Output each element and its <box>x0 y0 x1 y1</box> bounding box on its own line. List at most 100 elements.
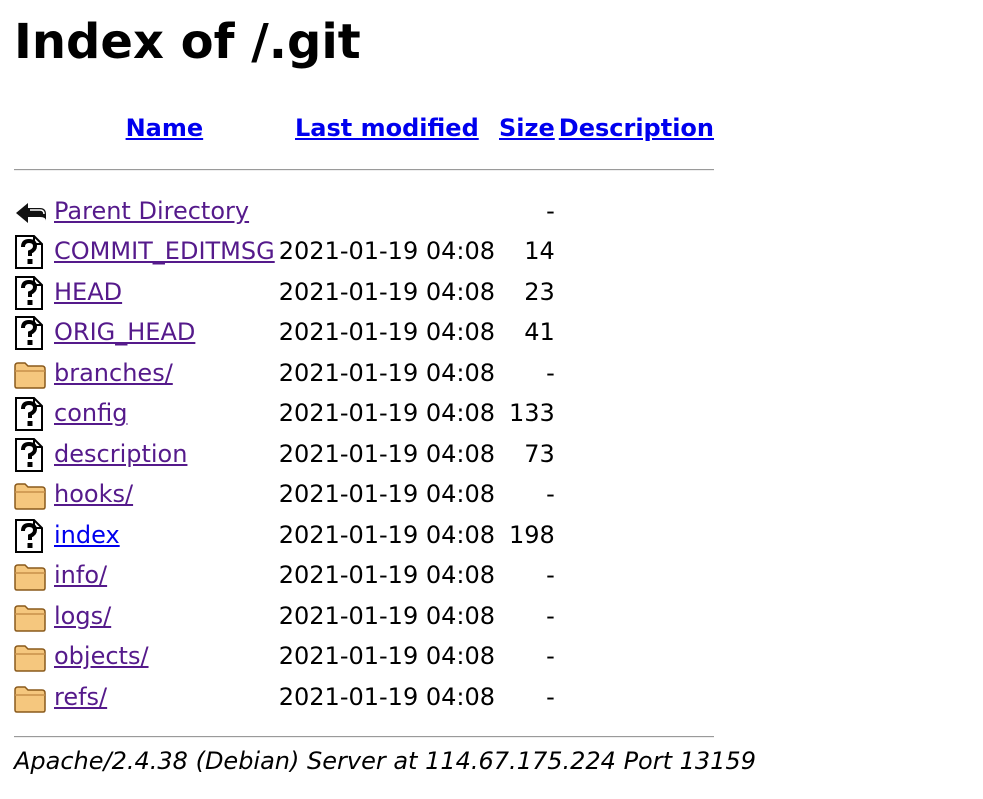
parent-name-cell: Parent Directory <box>54 191 279 232</box>
parent-description-cell <box>559 191 718 232</box>
file-row: refs/2021-01-19 04:08 - <box>14 677 718 718</box>
file-description-cell <box>559 393 718 434</box>
folder-icon <box>14 483 46 510</box>
file-icon-cell <box>14 677 54 718</box>
file-row: COMMIT_EDITMSG 2021-01-19 04:08 14 <box>14 231 718 272</box>
file-date-cell: 2021-01-19 04:08 <box>278 642 496 671</box>
file-size-cell: 41 <box>524 318 555 347</box>
file-date-cell: 2021-01-19 04:08 <box>278 399 496 428</box>
file-name-cell: COMMIT_EDITMSG <box>54 231 279 272</box>
unknown-file-icon <box>15 437 43 472</box>
file-date-cell: 2021-01-19 04:08 <box>278 237 496 266</box>
file-date-cell: 2021-01-19 04:08 <box>278 358 496 387</box>
file-icon-cell <box>14 515 54 556</box>
parent-size-cell: - <box>546 196 555 225</box>
file-icon-cell <box>14 231 54 272</box>
sort-by-name-link[interactable]: Name <box>126 114 204 142</box>
file-icon-cell <box>14 434 54 475</box>
file-description-cell <box>559 474 718 515</box>
file-description-cell <box>559 272 718 313</box>
file-description-cell <box>559 312 718 353</box>
top-divider-row <box>14 150 718 191</box>
description-column-header: Description <box>559 106 718 150</box>
file-link[interactable]: logs/ <box>54 602 111 630</box>
file-link[interactable]: description <box>54 440 187 468</box>
file-description-cell <box>559 353 718 394</box>
file-icon-cell <box>14 272 54 313</box>
sort-by-last-modified-link[interactable]: Last modified <box>295 114 479 142</box>
file-description-cell <box>559 636 718 677</box>
file-link[interactable]: refs/ <box>54 683 107 711</box>
folder-icon <box>14 362 46 389</box>
file-icon-cell <box>14 393 54 434</box>
file-description-cell <box>559 677 718 718</box>
file-size-cell: - <box>546 561 555 590</box>
file-row: description 2021-01-19 04:08 73 <box>14 434 718 475</box>
folder-icon <box>14 645 46 672</box>
file-description-cell <box>559 555 718 596</box>
file-name-cell: description <box>54 434 279 475</box>
unknown-file-icon <box>15 518 43 553</box>
back-arrow-icon <box>16 202 46 223</box>
file-link[interactable]: hooks/ <box>54 480 133 508</box>
file-size-cell: 73 <box>524 439 555 468</box>
file-date-cell: 2021-01-19 04:08 <box>278 277 496 306</box>
file-icon-cell <box>14 474 54 515</box>
file-row: ORIG_HEAD 2021-01-19 04:08 41 <box>14 312 718 353</box>
folder-icon <box>14 605 46 632</box>
file-date-cell: 2021-01-19 04:08 <box>278 520 496 549</box>
parent-directory-link[interactable]: Parent Directory <box>54 197 249 225</box>
sort-by-description-link[interactable]: Description <box>559 114 714 142</box>
file-row: config 2021-01-19 04:08 133 <box>14 393 718 434</box>
parent-icon-cell <box>14 191 54 232</box>
file-name-cell: logs/ <box>54 596 279 637</box>
file-row: branches/2021-01-19 04:08 - <box>14 353 718 394</box>
file-name-cell: index <box>54 515 279 556</box>
file-link[interactable]: COMMIT_EDITMSG <box>54 237 275 265</box>
file-link[interactable]: HEAD <box>54 278 122 306</box>
name-column-header: Name <box>54 106 279 150</box>
file-size-cell: - <box>546 601 555 630</box>
file-size-cell: - <box>546 358 555 387</box>
folder-icon <box>14 564 46 591</box>
unknown-file-icon <box>15 316 43 351</box>
unknown-file-icon <box>15 397 43 432</box>
file-link[interactable]: branches/ <box>54 359 173 387</box>
file-name-cell: refs/ <box>54 677 279 718</box>
file-name-cell: HEAD <box>54 272 279 313</box>
file-icon-cell <box>14 555 54 596</box>
file-icon-cell <box>14 596 54 637</box>
server-signature: Apache/2.4.38 (Debian) Server at 114.67.… <box>14 747 756 775</box>
unknown-file-icon <box>15 235 43 270</box>
header-row: Name Last modified Size Description <box>14 106 718 150</box>
file-size-cell: - <box>546 480 555 509</box>
file-icon-cell <box>14 636 54 677</box>
file-description-cell <box>559 596 718 637</box>
top-divider <box>14 169 715 172</box>
file-row: HEAD 2021-01-19 04:08 23 <box>14 272 718 313</box>
file-link[interactable]: index <box>54 521 120 549</box>
file-name-cell: hooks/ <box>54 474 279 515</box>
file-row: info/2021-01-19 04:08 - <box>14 555 718 596</box>
directory-listing: Name Last modified Size Description Pare… <box>14 106 718 758</box>
file-name-cell: info/ <box>54 555 279 596</box>
parent-directory-row: Parent Directory - <box>14 191 718 232</box>
sort-by-size-link[interactable]: Size <box>499 114 555 142</box>
parent-date-cell <box>279 191 499 232</box>
file-date-cell: 2021-01-19 04:08 <box>278 318 496 347</box>
file-size-cell: - <box>546 682 555 711</box>
size-column-header: Size <box>499 106 559 150</box>
file-link[interactable]: config <box>54 399 127 427</box>
file-link[interactable]: info/ <box>54 561 107 589</box>
file-row: objects/2021-01-19 04:08 - <box>14 636 718 677</box>
file-date-cell: 2021-01-19 04:08 <box>278 682 496 711</box>
file-link[interactable]: ORIG_HEAD <box>54 318 195 346</box>
last-modified-column-header: Last modified <box>279 106 499 150</box>
bottom-divider <box>14 736 715 739</box>
file-description-cell <box>559 231 718 272</box>
file-icon-cell <box>14 353 54 394</box>
file-link[interactable]: objects/ <box>54 642 149 670</box>
file-name-cell: config <box>54 393 279 434</box>
file-size-cell: 14 <box>524 237 555 266</box>
file-name-cell: branches/ <box>54 353 279 394</box>
